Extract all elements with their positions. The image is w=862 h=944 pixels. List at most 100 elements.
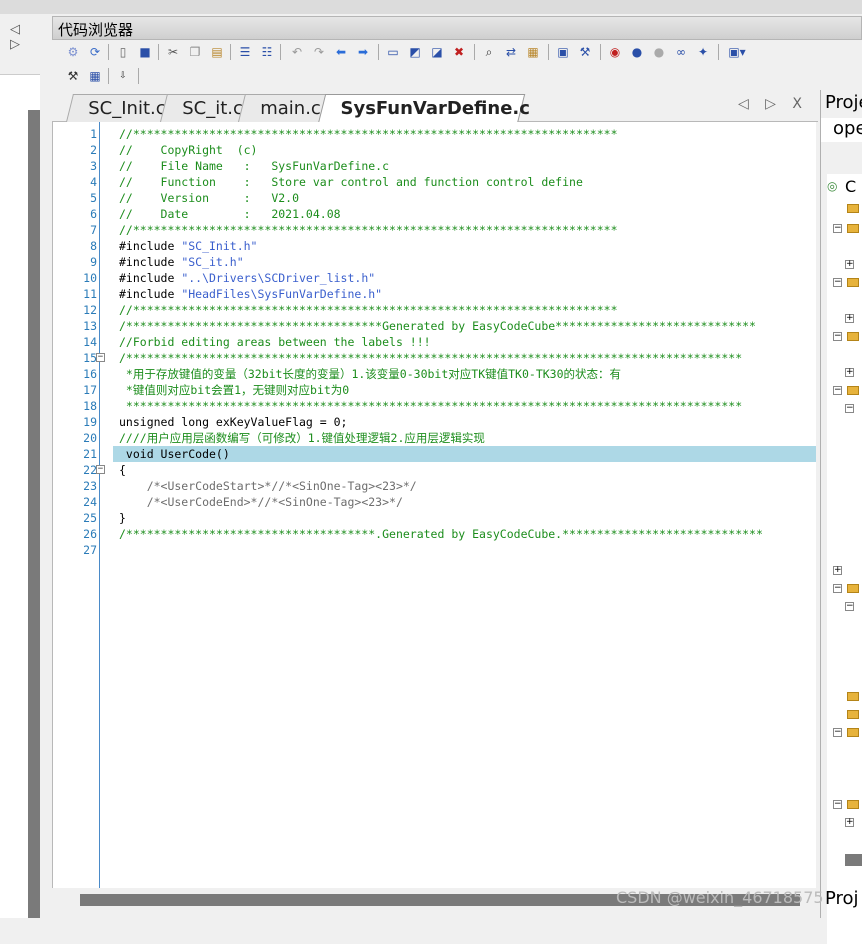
- find-in-files-icon[interactable]: ▦: [524, 43, 542, 61]
- prev-bookmark-icon[interactable]: ◩: [406, 43, 424, 61]
- project-tree[interactable]: ◎ C − + − + − + − − + − − − − +: [827, 174, 862, 944]
- fold-toggle-icon[interactable]: −: [96, 465, 105, 474]
- next-bookmark-icon[interactable]: ◪: [428, 43, 446, 61]
- code-line[interactable]: 15− /************************************…: [53, 350, 816, 366]
- back-arrow-icon[interactable]: ⬅: [332, 43, 350, 61]
- code-line[interactable]: 12 //************************************…: [53, 302, 816, 318]
- code-line[interactable]: 2 // CopyRight (c): [53, 142, 816, 158]
- redo-icon[interactable]: ↷: [310, 43, 328, 61]
- code-line[interactable]: 18 *************************************…: [53, 398, 816, 414]
- tab-sc-init[interactable]: SC_Init.c: [66, 94, 173, 122]
- left-nav-arrows[interactable]: ◁ ▷: [10, 22, 44, 52]
- project-panel-bottom-tab[interactable]: Proj: [825, 888, 859, 909]
- undo-icon[interactable]: ↶: [288, 43, 306, 61]
- code-line[interactable]: 16 *用于存放键值的变量（32bit长度的变量）1.该变量0-30bit对应T…: [53, 366, 816, 382]
- clear-bookmarks-icon[interactable]: ✖: [450, 43, 468, 61]
- collapse-icon[interactable]: −: [833, 278, 842, 287]
- save-icon[interactable]: ■: [136, 43, 154, 61]
- fold-toggle-icon[interactable]: −: [96, 353, 105, 362]
- tree-folder[interactable]: [831, 690, 862, 704]
- bookmark-icon[interactable]: ▭: [384, 43, 402, 61]
- code-line[interactable]: 1 //*************************************…: [53, 126, 816, 142]
- new-file-icon[interactable]: ▯: [114, 43, 132, 61]
- code-line[interactable]: 17 *键值则对应bit会置1，无键则对应bit为0: [53, 382, 816, 398]
- code-line[interactable]: 27: [53, 542, 816, 558]
- code-line[interactable]: 3 // File Name : SysFunVarDefine.c: [53, 158, 816, 174]
- expand-icon[interactable]: +: [845, 260, 854, 269]
- indent-icon[interactable]: ☰: [236, 43, 254, 61]
- forward-arrow-icon[interactable]: ➡: [354, 43, 372, 61]
- tree-folder[interactable]: −: [831, 600, 862, 614]
- code-line[interactable]: 4 // Function : Store var control and fun…: [53, 174, 816, 190]
- code-line[interactable]: 13 /*************************************…: [53, 318, 816, 334]
- link-icon[interactable]: ∞: [672, 43, 690, 61]
- code-line[interactable]: 9 #include "SC_it.h": [53, 254, 816, 270]
- collapse-icon[interactable]: −: [833, 224, 842, 233]
- code-line[interactable]: 26 /************************************.…: [53, 526, 816, 542]
- find-replace-icon[interactable]: ⇄: [502, 43, 520, 61]
- expand-icon[interactable]: +: [845, 818, 854, 827]
- collapse-icon[interactable]: −: [833, 332, 842, 341]
- tree-folder[interactable]: −: [831, 726, 862, 740]
- tree-folder[interactable]: −: [831, 330, 862, 344]
- tree-folder[interactable]: −: [831, 798, 862, 812]
- collapse-icon[interactable]: −: [845, 404, 854, 413]
- code-line[interactable]: 23 /*<UserCodeStart>*//*<SinOne-Tag><23>…: [53, 478, 816, 494]
- refresh-icon[interactable]: ⟳: [86, 43, 104, 61]
- tree-folder[interactable]: +: [831, 258, 862, 272]
- left-scrollbar[interactable]: [28, 110, 40, 918]
- tab-nav-controls[interactable]: ◁ ▷ X: [738, 96, 808, 112]
- disabled-breakpoint-icon[interactable]: ●: [650, 43, 668, 61]
- expand-icon[interactable]: +: [833, 566, 842, 575]
- collapse-icon[interactable]: −: [845, 602, 854, 611]
- tree-scrollbar-thumb[interactable]: [845, 854, 862, 866]
- view-dropdown-icon[interactable]: ▣▾: [724, 43, 750, 61]
- code-line[interactable]: 20 ////用户应用层函数编写（可修改）1.键值处理逻辑2.应用层逻辑实现: [53, 430, 816, 446]
- outdent-icon[interactable]: ☷: [258, 43, 276, 61]
- code-line[interactable]: 6 // Date : 2021.04.08: [53, 206, 816, 222]
- project-search-input[interactable]: ope: [821, 118, 862, 142]
- build-icon[interactable]: ⚒: [64, 67, 82, 85]
- tree-folder[interactable]: +: [831, 816, 862, 830]
- code-line[interactable]: 5 // Version : V2.0: [53, 190, 816, 206]
- code-line[interactable]: 25}: [53, 510, 816, 526]
- load-icon[interactable]: ⇩: [114, 67, 132, 85]
- debug-icon[interactable]: ◉: [606, 43, 624, 61]
- code-line[interactable]: 14 //Forbid editing areas between the lab…: [53, 334, 816, 350]
- code-line[interactable]: 7 //*************************************…: [53, 222, 816, 238]
- code-line[interactable]: 22− {: [53, 462, 816, 478]
- tab-main[interactable]: main.c: [238, 94, 331, 122]
- collapse-icon[interactable]: −: [833, 728, 842, 737]
- rebuild-icon[interactable]: ▦: [86, 67, 104, 85]
- tab-sysfunvardefine[interactable]: SysFunVarDefine.c: [318, 94, 530, 123]
- tree-folder[interactable]: −: [831, 222, 862, 236]
- collapse-icon[interactable]: −: [833, 584, 842, 593]
- tree-folder[interactable]: −: [831, 402, 862, 416]
- paste-icon[interactable]: ▤: [208, 43, 226, 61]
- tree-root[interactable]: ◎ C: [827, 177, 862, 196]
- tree-folder[interactable]: [831, 202, 862, 216]
- code-line[interactable]: 10 #include "..\Drivers\SCDriver_list.h": [53, 270, 816, 286]
- collapse-icon[interactable]: −: [833, 800, 842, 809]
- tree-folder[interactable]: +: [831, 564, 862, 578]
- cut-icon[interactable]: ✂: [164, 43, 182, 61]
- tree-folder[interactable]: +: [831, 366, 862, 380]
- collapse-icon[interactable]: −: [833, 386, 842, 395]
- settings-icon[interactable]: ⚙: [64, 43, 82, 61]
- code-line[interactable]: 11 #include "HeadFiles\SysFunVarDefine.h": [53, 286, 816, 302]
- code-line[interactable]: 24 /*<UserCodeEnd>*//*<SinOne-Tag><23>*/: [53, 494, 816, 510]
- code-line[interactable]: 21 void UserCode(): [53, 446, 816, 462]
- tree-folder[interactable]: [831, 708, 862, 722]
- clear-breakpoints-icon[interactable]: ✦: [694, 43, 712, 61]
- expand-icon[interactable]: +: [845, 314, 854, 323]
- expand-icon[interactable]: +: [845, 368, 854, 377]
- config-icon[interactable]: ⚒: [576, 43, 594, 61]
- copy-icon[interactable]: ❐: [186, 43, 204, 61]
- tree-folder[interactable]: −: [831, 384, 862, 398]
- window-icon[interactable]: ▣: [554, 43, 572, 61]
- code-line[interactable]: 19 unsigned long exKeyValueFlag = 0;: [53, 414, 816, 430]
- tree-folder[interactable]: −: [831, 276, 862, 290]
- code-editor[interactable]: 1 //*************************************…: [52, 122, 816, 888]
- tree-folder[interactable]: +: [831, 312, 862, 326]
- tab-sc-it[interactable]: SC_it.c: [160, 94, 251, 122]
